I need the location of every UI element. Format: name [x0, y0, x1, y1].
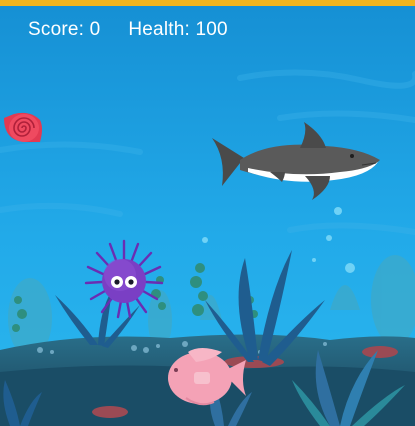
game-canvas[interactable]: Score: 0 Health: 100 [0, 0, 415, 426]
health-value: 100 [195, 19, 228, 40]
hud: Score: 0 Health: 100 [28, 19, 228, 41]
score-value: 0 [89, 19, 101, 40]
score-label: Score: [28, 19, 85, 40]
health-label: Health: [128, 19, 190, 40]
underwater-scene [0, 6, 415, 426]
